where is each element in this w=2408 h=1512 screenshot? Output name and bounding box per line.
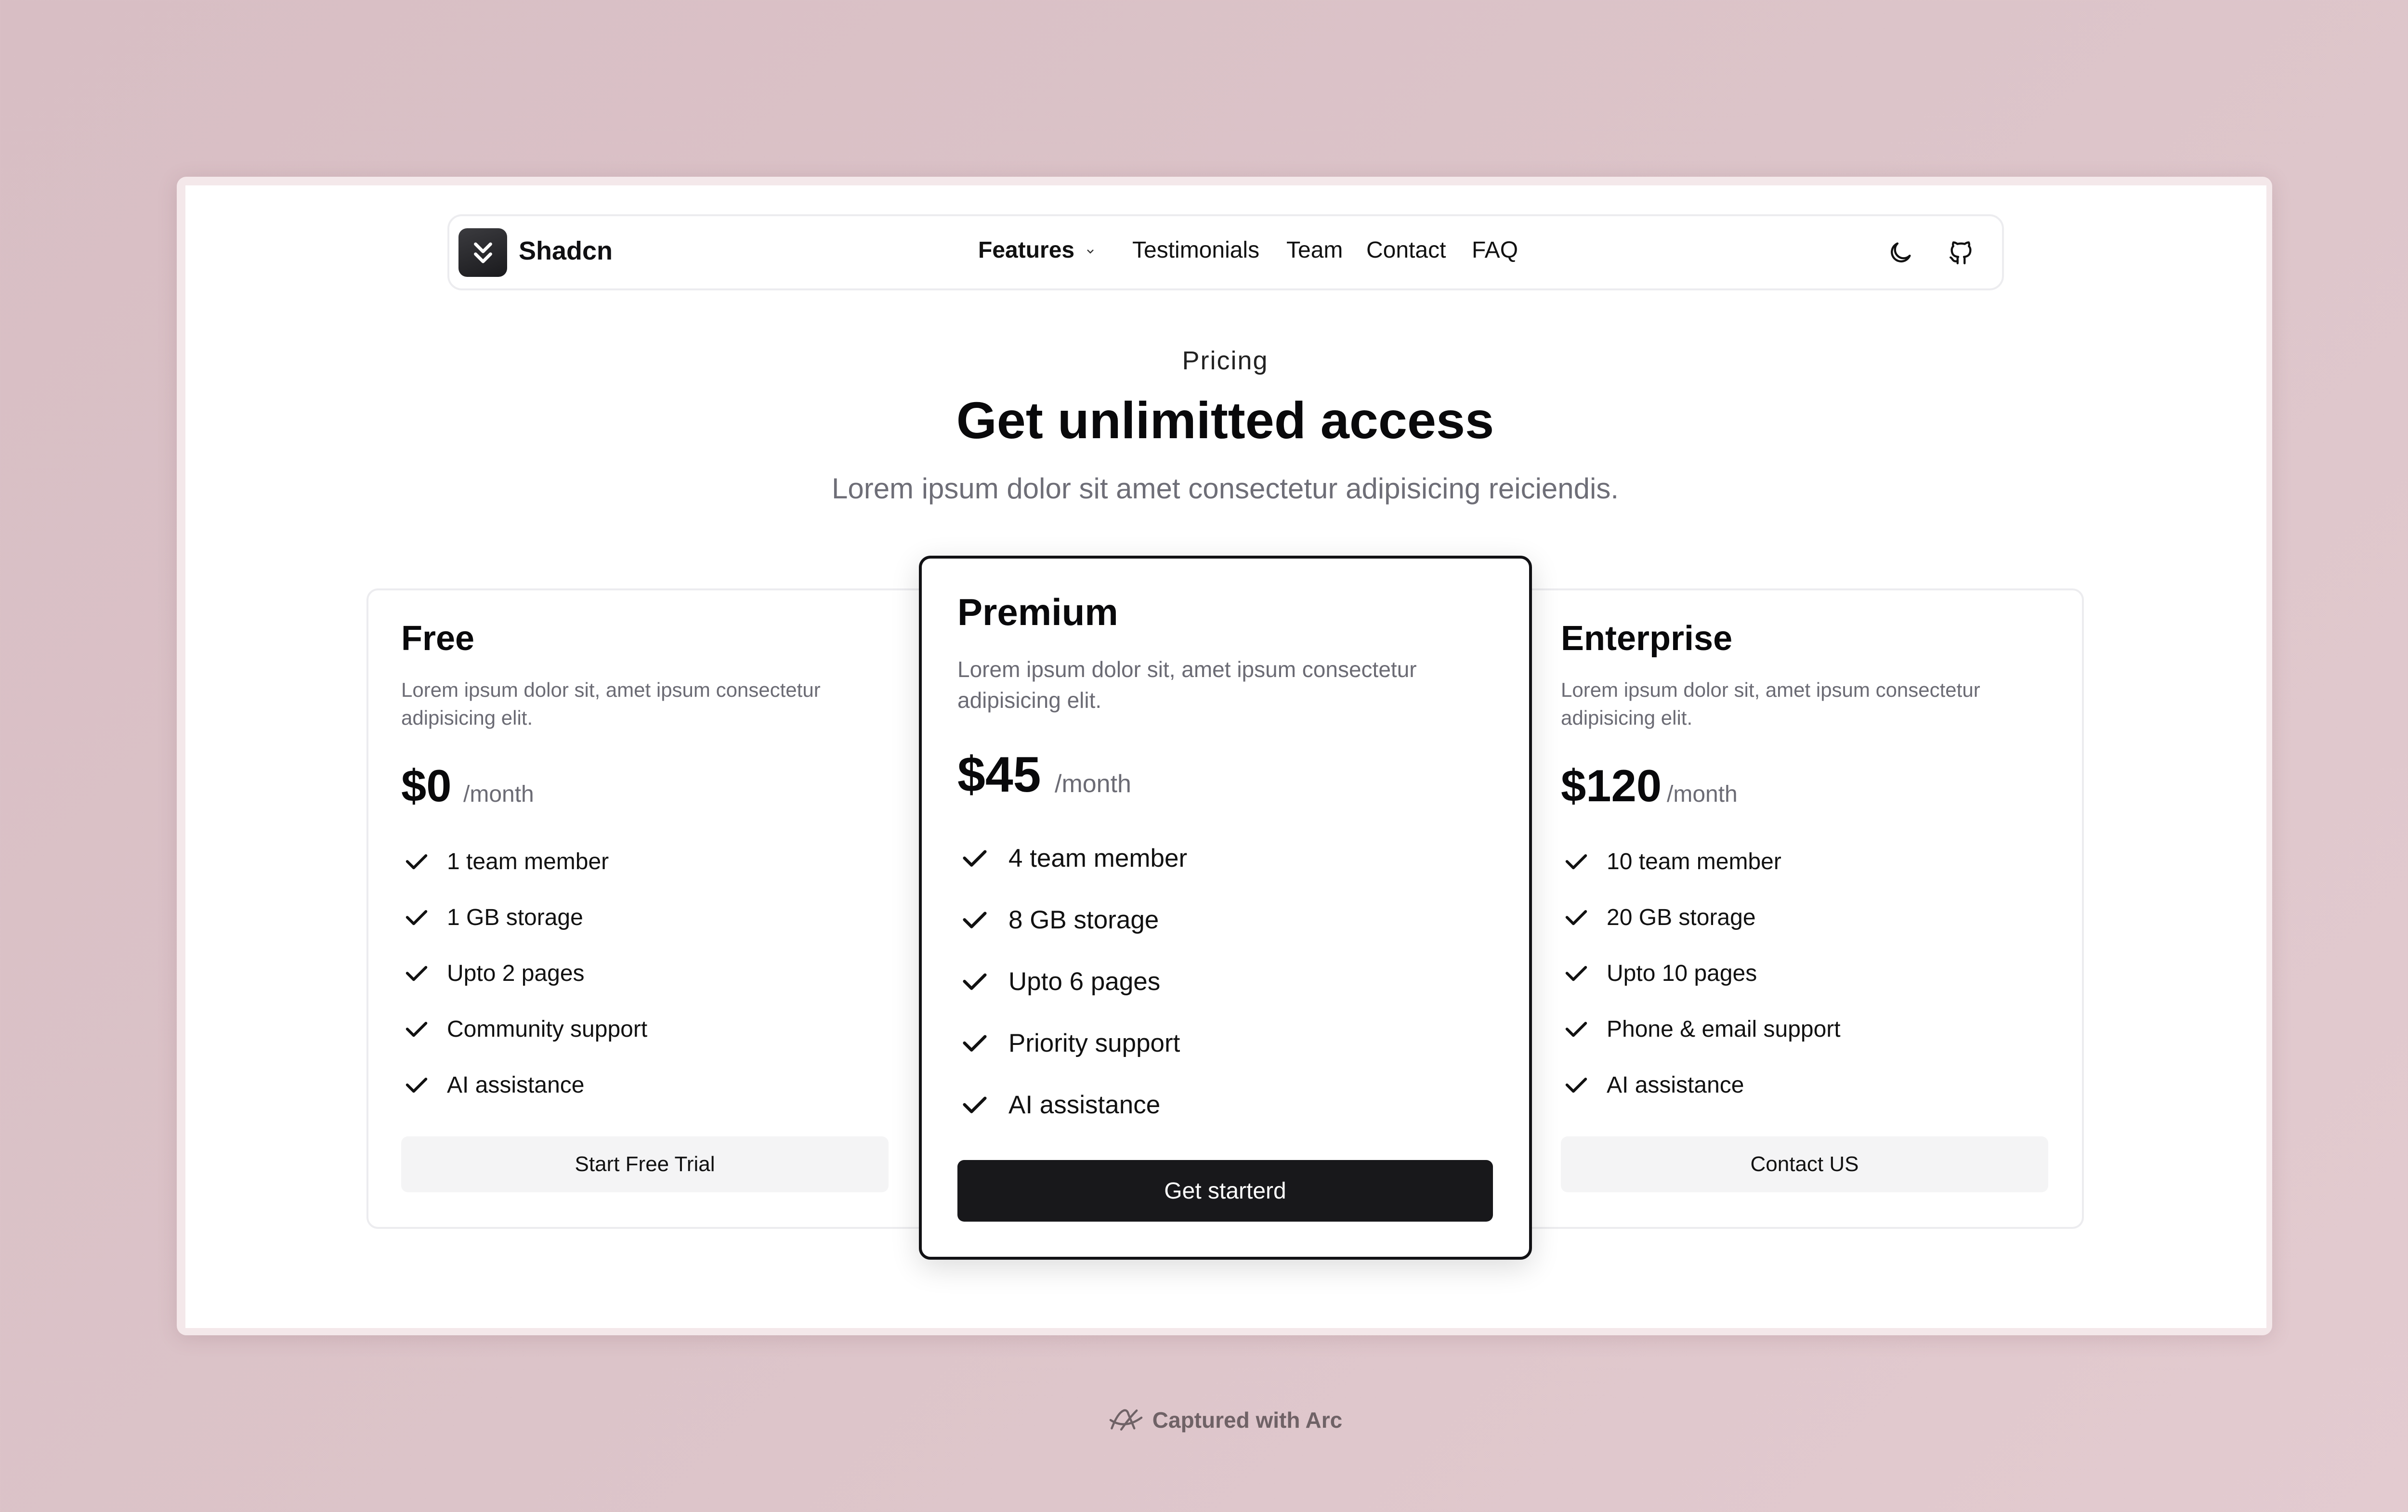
nav-testimonials[interactable]: Testimonials: [1132, 237, 1259, 263]
feature-label: 4 team member: [1008, 844, 1188, 873]
section-eyebrow: Pricing: [1182, 346, 1269, 375]
check-icon: [1565, 966, 1587, 981]
nav-faq[interactable]: FAQ: [1472, 237, 1518, 263]
feature-item: AI assistance: [1562, 1071, 1744, 1099]
feature-item: Upto 2 pages: [403, 959, 585, 987]
feature-item: 4 team member: [959, 843, 1187, 873]
check-icon: [1565, 910, 1587, 925]
feature-label: Priority support: [1008, 1029, 1180, 1057]
capture-caption-text: Captured with Arc: [1152, 1408, 1343, 1433]
feature-label: 20 GB storage: [1607, 904, 1756, 930]
feature-label: Community support: [447, 1016, 648, 1042]
feature-label: 8 GB storage: [1008, 905, 1159, 934]
capture-caption: Captured with Arc: [0, 1405, 2408, 1435]
github-icon[interactable]: [1947, 239, 1975, 267]
feature-item: AI assistance: [403, 1071, 584, 1099]
feature-item: 1 team member: [403, 847, 609, 875]
feature-item: Community support: [403, 1015, 647, 1043]
get-started-button[interactable]: Get starterd: [957, 1160, 1493, 1222]
feature-item: AI assistance: [959, 1089, 1160, 1120]
check-icon: [1565, 854, 1587, 870]
plan-description-line: Lorem ipsum dolor sit, amet ipsum consec…: [401, 678, 821, 701]
feature-item: 1 GB storage: [403, 903, 583, 931]
feature-label: Upto 2 pages: [447, 960, 585, 986]
check-icon: [406, 966, 428, 981]
check-icon: [406, 854, 428, 870]
feature-label: 1 team member: [447, 848, 609, 874]
plan-price: $45: [957, 747, 1041, 803]
check-icon: [963, 912, 987, 928]
nav-team[interactable]: Team: [1286, 237, 1343, 263]
check-icon: [963, 973, 987, 990]
plan-name: Enterprise: [1561, 619, 1733, 658]
feature-item: Priority support: [959, 1028, 1180, 1058]
feature-item: Phone & email support: [1562, 1015, 1841, 1043]
check-icon: [1565, 1022, 1587, 1037]
start-free-trial-button[interactable]: Start Free Trial: [401, 1136, 889, 1192]
page-subtitle: Lorem ipsum dolor sit amet consectetur a…: [831, 472, 1619, 505]
plan-price: $0: [401, 760, 452, 811]
feature-label: Upto 10 pages: [1607, 960, 1757, 986]
feature-item: Upto 10 pages: [1562, 959, 1757, 987]
moon-icon[interactable]: [1886, 239, 1914, 267]
plan-description-line: adipisicing elit.: [1561, 706, 1693, 729]
plan-description-line: Lorem ipsum dolor sit, amet ipsum consec…: [1561, 678, 1980, 701]
feature-label: 10 team member: [1607, 848, 1781, 874]
brand-name[interactable]: Shadcn: [519, 236, 613, 266]
check-icon: [1565, 1078, 1587, 1093]
plan-description-line: Lorem ipsum dolor sit, amet ipsum consec…: [957, 657, 1417, 682]
check-icon: [963, 1096, 987, 1113]
feature-item: 8 GB storage: [959, 904, 1159, 935]
nav-features-label: Features: [978, 237, 1075, 263]
chevron-down-icon: [1087, 249, 1094, 254]
nav-contact[interactable]: Contact: [1366, 237, 1446, 263]
plan-name: Free: [401, 619, 475, 658]
check-icon: [963, 850, 987, 867]
contact-us-button[interactable]: Contact US: [1561, 1136, 2048, 1192]
check-icon: [406, 1022, 428, 1037]
plan-period: /month: [1055, 770, 1131, 798]
plan-name: Premium: [957, 591, 1118, 633]
plan-description-line: adipisicing elit.: [401, 706, 533, 729]
feature-label: Upto 6 pages: [1008, 967, 1161, 996]
plan-price: $120: [1561, 760, 1662, 811]
feature-label: AI assistance: [1607, 1072, 1744, 1098]
plan-description-line: adipisicing elit.: [957, 688, 1102, 713]
check-icon: [406, 910, 428, 925]
feature-label: 1 GB storage: [447, 904, 583, 930]
plan-period: /month: [463, 782, 534, 807]
page-title: Get unlimitted access: [956, 391, 1494, 449]
logo-icon[interactable]: [458, 228, 507, 277]
feature-label: AI assistance: [447, 1072, 585, 1098]
nav-features[interactable]: Features: [978, 237, 1096, 263]
feature-item: 20 GB storage: [1562, 903, 1756, 931]
feature-label: AI assistance: [1008, 1090, 1161, 1119]
check-icon: [406, 1078, 428, 1093]
check-icon: [963, 1035, 987, 1052]
feature-item: 10 team member: [1562, 847, 1781, 875]
plan-period: /month: [1667, 782, 1738, 807]
feature-label: Phone & email support: [1607, 1016, 1841, 1042]
arc-icon: [1109, 1409, 1143, 1431]
feature-item: Upto 6 pages: [959, 966, 1160, 997]
